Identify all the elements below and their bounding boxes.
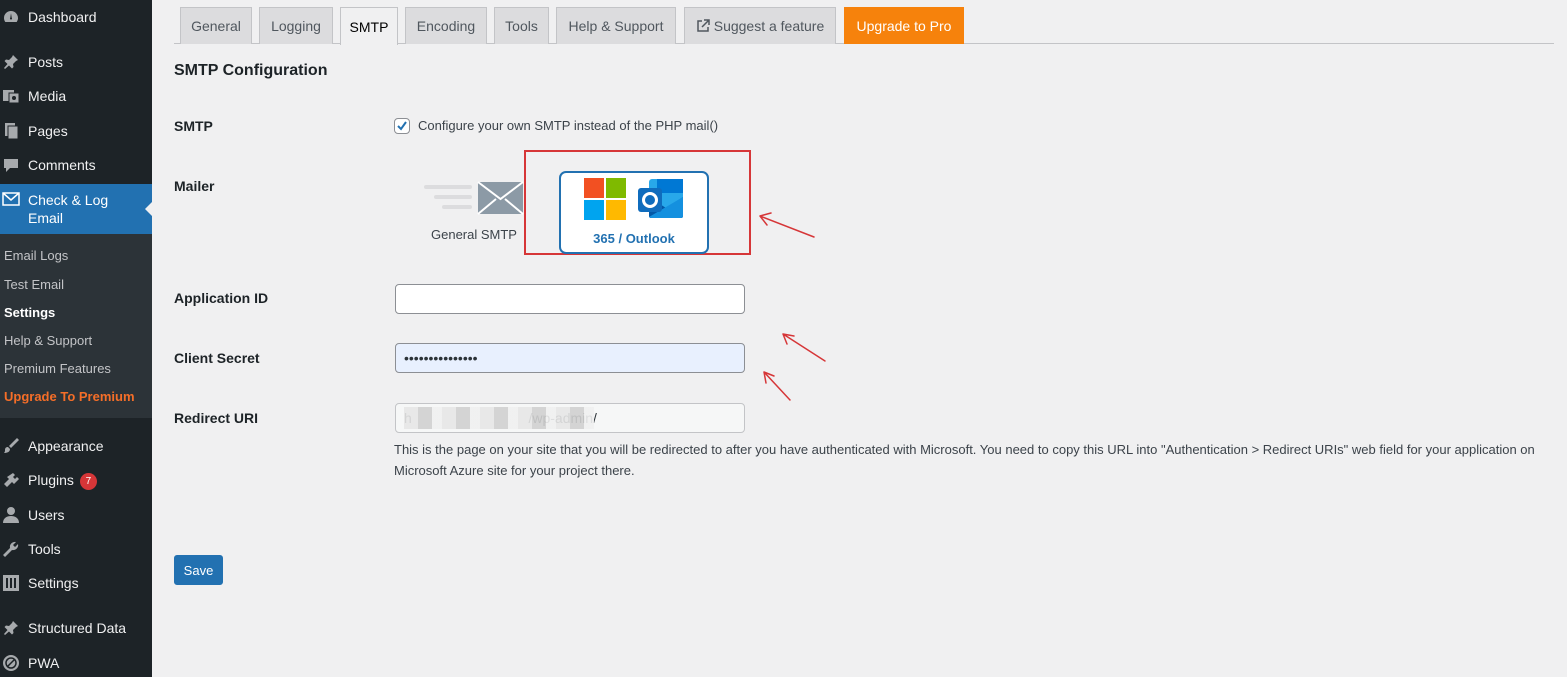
submenu-test-email[interactable]: Test Email xyxy=(4,277,64,292)
menu-label: Comments xyxy=(28,157,96,173)
client-secret-input[interactable] xyxy=(395,343,745,373)
menu-label: Structured Data xyxy=(28,620,127,636)
client-secret-label: Client Secret xyxy=(174,350,260,366)
tab-suggest-feature[interactable]: Suggest a feature xyxy=(684,7,836,44)
pwa-icon xyxy=(2,654,20,672)
tab-logging[interactable]: Logging xyxy=(259,7,333,44)
brush-icon xyxy=(2,437,20,455)
menu-posts[interactable]: Posts xyxy=(0,47,152,77)
redirect-uri-label: Redirect URI xyxy=(174,410,259,426)
update-count-badge: 7 xyxy=(79,473,97,490)
tab-smtp[interactable]: SMTP xyxy=(340,7,398,45)
mailer-label: Mailer xyxy=(174,178,215,194)
tab-encoding[interactable]: Encoding xyxy=(405,7,487,44)
pages-icon xyxy=(2,122,20,140)
application-id-label: Application ID xyxy=(174,290,269,306)
dashboard-icon xyxy=(2,8,20,26)
mailer-general-caption: General SMTP xyxy=(431,227,517,242)
menu-label: Users xyxy=(28,507,65,523)
save-button[interactable]: Save xyxy=(174,555,223,585)
menu-structured-data[interactable]: Structured Data xyxy=(0,613,152,643)
submenu-help-support[interactable]: Help & Support xyxy=(4,333,92,348)
menu-settings[interactable]: Settings xyxy=(0,568,152,598)
menu-users[interactable]: Users xyxy=(0,500,152,530)
smtp-checkbox[interactable] xyxy=(394,118,410,134)
menu-appearance[interactable]: Appearance xyxy=(0,431,152,461)
submenu: Email Logs Test Email Settings Help & Su… xyxy=(0,234,152,418)
active-pointer xyxy=(145,201,153,217)
redirect-uri-description: This is the page on your site that you w… xyxy=(394,442,1535,478)
mailer-option-general-smtp[interactable]: General SMTP xyxy=(422,178,526,248)
annotation-arrow-app-id xyxy=(782,333,826,362)
plugin-icon xyxy=(2,472,20,490)
menu-label: Settings xyxy=(28,575,79,591)
menu-label: Appearance xyxy=(28,438,104,454)
submenu-upgrade-premium[interactable]: Upgrade To Premium xyxy=(4,389,135,404)
smtp-label: SMTP xyxy=(174,118,213,134)
submenu-settings[interactable]: Settings xyxy=(4,305,55,320)
tab-tools[interactable]: Tools xyxy=(494,7,549,44)
wrench-icon xyxy=(2,540,20,558)
outlook-logo-icon xyxy=(638,179,683,218)
user-icon xyxy=(2,506,20,524)
tab-label: Suggest a feature xyxy=(713,18,825,34)
menu-label: Tools xyxy=(28,541,61,557)
settings-icon xyxy=(2,574,20,592)
redacted-region xyxy=(404,407,594,429)
annotation-arrow-secret xyxy=(763,371,791,401)
pushpin-icon xyxy=(2,53,20,71)
menu-label: Check & Log Email xyxy=(28,192,109,226)
mailer-option-365-outlook[interactable]: 365 / Outlook xyxy=(559,171,709,254)
smtp-checkbox-label: Configure your own SMTP instead of the P… xyxy=(418,118,719,133)
menu-media[interactable]: Media xyxy=(0,81,152,111)
menu-label: Plugins 7 xyxy=(28,472,97,490)
tab-upgrade-pro[interactable]: Upgrade to Pro xyxy=(844,7,964,44)
submenu-email-logs[interactable]: Email Logs xyxy=(4,248,68,263)
comment-icon xyxy=(2,156,20,174)
settings-tabs: General Logging SMTP Encoding Tools Help… xyxy=(174,7,1554,45)
microsoft-logo-icon xyxy=(584,178,626,220)
media-icon xyxy=(2,87,20,105)
submenu-premium-features[interactable]: Premium Features xyxy=(4,361,111,376)
menu-dashboard[interactable]: Dashboard xyxy=(0,2,152,32)
envelope-icon xyxy=(2,192,20,209)
menu-check-log-email[interactable]: Check & Log Email xyxy=(0,184,153,234)
mail-speed-icon xyxy=(424,181,524,215)
tab-general[interactable]: General xyxy=(180,7,252,44)
menu-label: Posts xyxy=(28,54,64,70)
annotation-arrow-mailer xyxy=(759,212,815,238)
external-link-icon xyxy=(696,19,710,33)
admin-sidebar: Dashboard Posts Media Pages Comments Che… xyxy=(0,0,153,677)
menu-label: Dashboard xyxy=(28,9,97,25)
tab-help-support[interactable]: Help & Support xyxy=(556,7,676,44)
menu-tools[interactable]: Tools xyxy=(0,534,152,564)
menu-pages[interactable]: Pages xyxy=(0,116,152,146)
menu-label: Media xyxy=(28,88,67,104)
menu-label: PWA xyxy=(28,655,60,671)
page-title: SMTP Configuration xyxy=(174,62,328,79)
checkmark-icon xyxy=(397,121,407,131)
menu-label: Pages xyxy=(28,123,68,139)
menu-comments[interactable]: Comments xyxy=(0,150,152,180)
menu-pwa[interactable]: PWA xyxy=(0,648,152,677)
annotation-arrows xyxy=(759,212,826,401)
pushpin-icon xyxy=(2,619,20,637)
application-id-input[interactable] xyxy=(395,284,745,314)
menu-plugins[interactable]: Plugins 7 xyxy=(0,466,152,496)
mailer-outlook-caption: 365 / Outlook xyxy=(593,231,675,246)
